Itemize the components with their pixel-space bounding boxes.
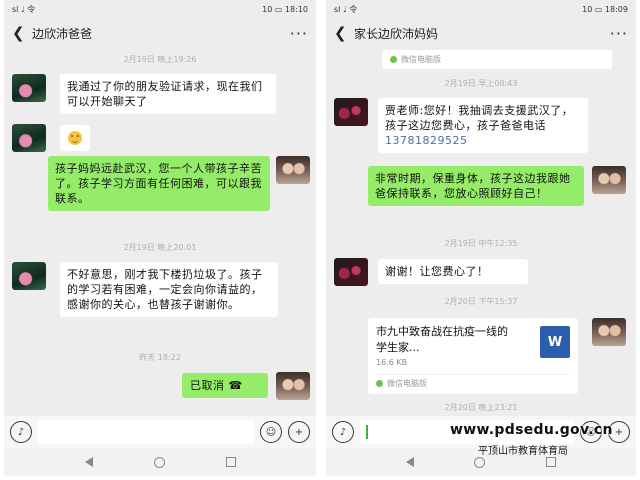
system-nav-bar <box>4 448 316 476</box>
file-title: 市九中致奋战在抗疫一线的学生家... <box>376 325 508 354</box>
more-icon[interactable]: ··· <box>290 24 308 43</box>
call-status-label: 已取消 <box>190 379 225 392</box>
nav-recent-icon[interactable] <box>225 457 236 467</box>
timestamp: 2月19日 中午12:35 <box>444 239 518 248</box>
status-bar: sl ♩ 令 10 ▭ 18:10 <box>4 0 316 18</box>
timestamp: 2月20日 下午15:37 <box>444 297 518 306</box>
timestamp: 2月19日 晚上19:26 <box>123 55 197 64</box>
phone-number-link[interactable]: 13781829525 <box>385 134 467 147</box>
avatar[interactable] <box>276 156 310 184</box>
message-bubble[interactable]: 孩子妈妈远赴武汉，您一个人带孩子辛苦了。孩子学习方面有任何困难，可以跟我联系。 <box>48 156 270 211</box>
avatar[interactable] <box>12 124 46 152</box>
source-tag: 微信电脑版 <box>382 50 612 69</box>
voice-icon[interactable]: ♪ <box>10 421 32 443</box>
text-caret <box>366 425 368 439</box>
source-label: 微信电脑版 <box>401 55 441 64</box>
status-right: 10 ▭ 18:10 <box>262 4 308 14</box>
nav-recent-icon[interactable] <box>545 457 556 467</box>
back-arrow-icon[interactable]: ❮ <box>12 24 32 42</box>
chat-header: ❮ 家长边欣沛妈妈 ··· <box>326 18 636 48</box>
wechat-pc-icon <box>376 380 383 387</box>
timestamp: 2月20日 晚上23:21 <box>444 403 518 412</box>
avatar[interactable] <box>334 98 368 126</box>
wechat-pc-icon <box>390 56 397 63</box>
avatar[interactable] <box>592 318 626 346</box>
right-phone-screen: sl ♩ 令 10 ▭ 18:09 ❮ 家长边欣沛妈妈 ··· 微信电脑版 2月… <box>326 0 636 476</box>
message-bubble[interactable]: 非常时期，保重身体，孩子这边我跟她爸保持联系，您放心照顾好自己！ <box>368 166 584 206</box>
chat-title: 家长边欣沛妈妈 <box>354 26 439 41</box>
timestamp: 昨天 18:22 <box>139 353 181 362</box>
input-bar: ♪ ☺ + <box>4 416 316 448</box>
message-bubble[interactable]: 谢谢！让您费心了！ <box>378 259 528 284</box>
file-source: 微信电脑版 <box>376 378 427 389</box>
message-input[interactable] <box>38 420 254 444</box>
call-cancelled-bubble[interactable]: 已取消 ☎ <box>182 373 268 398</box>
watermark-org: 平顶山市教育体育局 <box>478 446 568 457</box>
message-bubble[interactable]: 贾老师:您好！我抽调去支援武汉了，孩子这边您费心，孩子爸爸电话 137818295… <box>378 98 588 153</box>
status-right: 10 ▭ 18:09 <box>582 4 628 14</box>
nav-back-icon[interactable] <box>84 457 93 467</box>
nav-home-icon[interactable] <box>474 456 486 468</box>
file-source-label: 微信电脑版 <box>387 379 427 388</box>
phone-hangup-icon: ☎ <box>228 379 243 392</box>
smile-emoji-icon[interactable] <box>60 125 90 151</box>
message-text: 贾老师:您好！我抽调去支援武汉了，孩子这边您费心，孩子爸爸电话 <box>385 104 574 132</box>
chat-header: ❮ 边欣沛爸爸 ··· <box>4 18 316 48</box>
file-message-card[interactable]: 市九中致奋战在抗疫一线的学生家... 16.6 KB W 微信电脑版 <box>368 318 578 394</box>
divider <box>376 374 570 375</box>
message-list[interactable]: 微信电脑版 2月19日 早上08:43 贾老师:您好！我抽调去支援武汉了，孩子这… <box>326 48 636 416</box>
emoji-icon[interactable]: ☺ <box>260 421 282 443</box>
avatar[interactable] <box>12 74 46 102</box>
file-size: 16.6 KB <box>376 358 408 367</box>
timestamp: 2月19日 早上08:43 <box>444 79 518 88</box>
left-phone-screen: sl ♩ 令 10 ▭ 18:10 ❮ 边欣沛爸爸 ··· 2月19日 晚上19… <box>4 0 316 476</box>
message-bubble[interactable]: 不好意思，刚才我下楼扔垃圾了。孩子的学习若有困难，一定会向你请益的，感谢你的关心… <box>60 262 278 317</box>
voice-icon[interactable]: ♪ <box>332 421 354 443</box>
avatar[interactable] <box>12 262 46 290</box>
nav-home-icon[interactable] <box>153 456 165 468</box>
message-list[interactable]: 2月19日 晚上19:26 我通过了你的朋友验证请求，现在我们可以开始聊天了 孩… <box>4 48 316 416</box>
message-bubble[interactable]: 我通过了你的朋友验证请求，现在我们可以开始聊天了 <box>60 74 276 114</box>
timestamp: 2月19日 晚上20:01 <box>123 243 197 252</box>
word-document-icon: W <box>540 326 570 358</box>
back-arrow-icon[interactable]: ❮ <box>334 24 354 42</box>
status-bar: sl ♩ 令 10 ▭ 18:09 <box>326 0 636 18</box>
page: sl ♩ 令 10 ▭ 18:10 ❮ 边欣沛爸爸 ··· 2月19日 晚上19… <box>0 0 640 480</box>
nav-back-icon[interactable] <box>406 457 415 467</box>
avatar[interactable] <box>276 372 310 400</box>
avatar[interactable] <box>592 166 626 194</box>
watermark-url: www.pdsedu.gov.cn <box>450 422 613 438</box>
avatar[interactable] <box>334 258 368 286</box>
plus-icon[interactable]: + <box>288 421 310 443</box>
more-icon[interactable]: ··· <box>610 24 628 43</box>
status-left: sl ♩ 令 <box>334 4 358 14</box>
chat-title: 边欣沛爸爸 <box>32 26 93 41</box>
status-left: sl ♩ 令 <box>12 4 36 14</box>
